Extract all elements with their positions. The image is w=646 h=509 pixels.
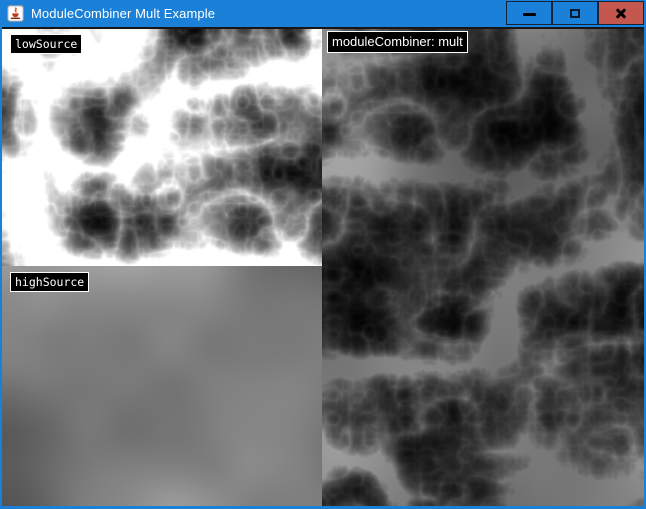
close-icon	[614, 6, 628, 20]
modulecombiner-label: moduleCombiner: mult	[327, 31, 468, 53]
panel-highsource: highSource	[2, 266, 322, 506]
lowsource-noise-image	[2, 29, 322, 266]
maximize-button[interactable]	[552, 1, 598, 25]
maximize-icon	[570, 9, 580, 18]
window-title: ModuleCombiner Mult Example	[31, 6, 215, 21]
minimize-button[interactable]	[506, 1, 552, 25]
highsource-label: highSource	[10, 272, 89, 292]
minimize-icon	[523, 13, 536, 16]
left-column: lowSource highSource	[2, 29, 322, 506]
lowsource-label: lowSource	[10, 34, 82, 54]
java-coffee-cup-icon[interactable]	[7, 5, 24, 22]
content-area: lowSource highSource moduleCombiner: mul…	[2, 29, 644, 506]
highsource-noise-image	[2, 266, 322, 506]
app-window: ModuleCombiner Mult Example lowSource hi…	[0, 0, 646, 509]
panel-lowsource: lowSource	[2, 29, 322, 266]
window-controls	[506, 1, 644, 25]
modulecombiner-mult-noise-image	[322, 29, 644, 506]
panel-modulecombiner-mult: moduleCombiner: mult	[322, 29, 644, 506]
close-button[interactable]	[598, 1, 644, 25]
titlebar[interactable]: ModuleCombiner Mult Example	[0, 0, 646, 27]
